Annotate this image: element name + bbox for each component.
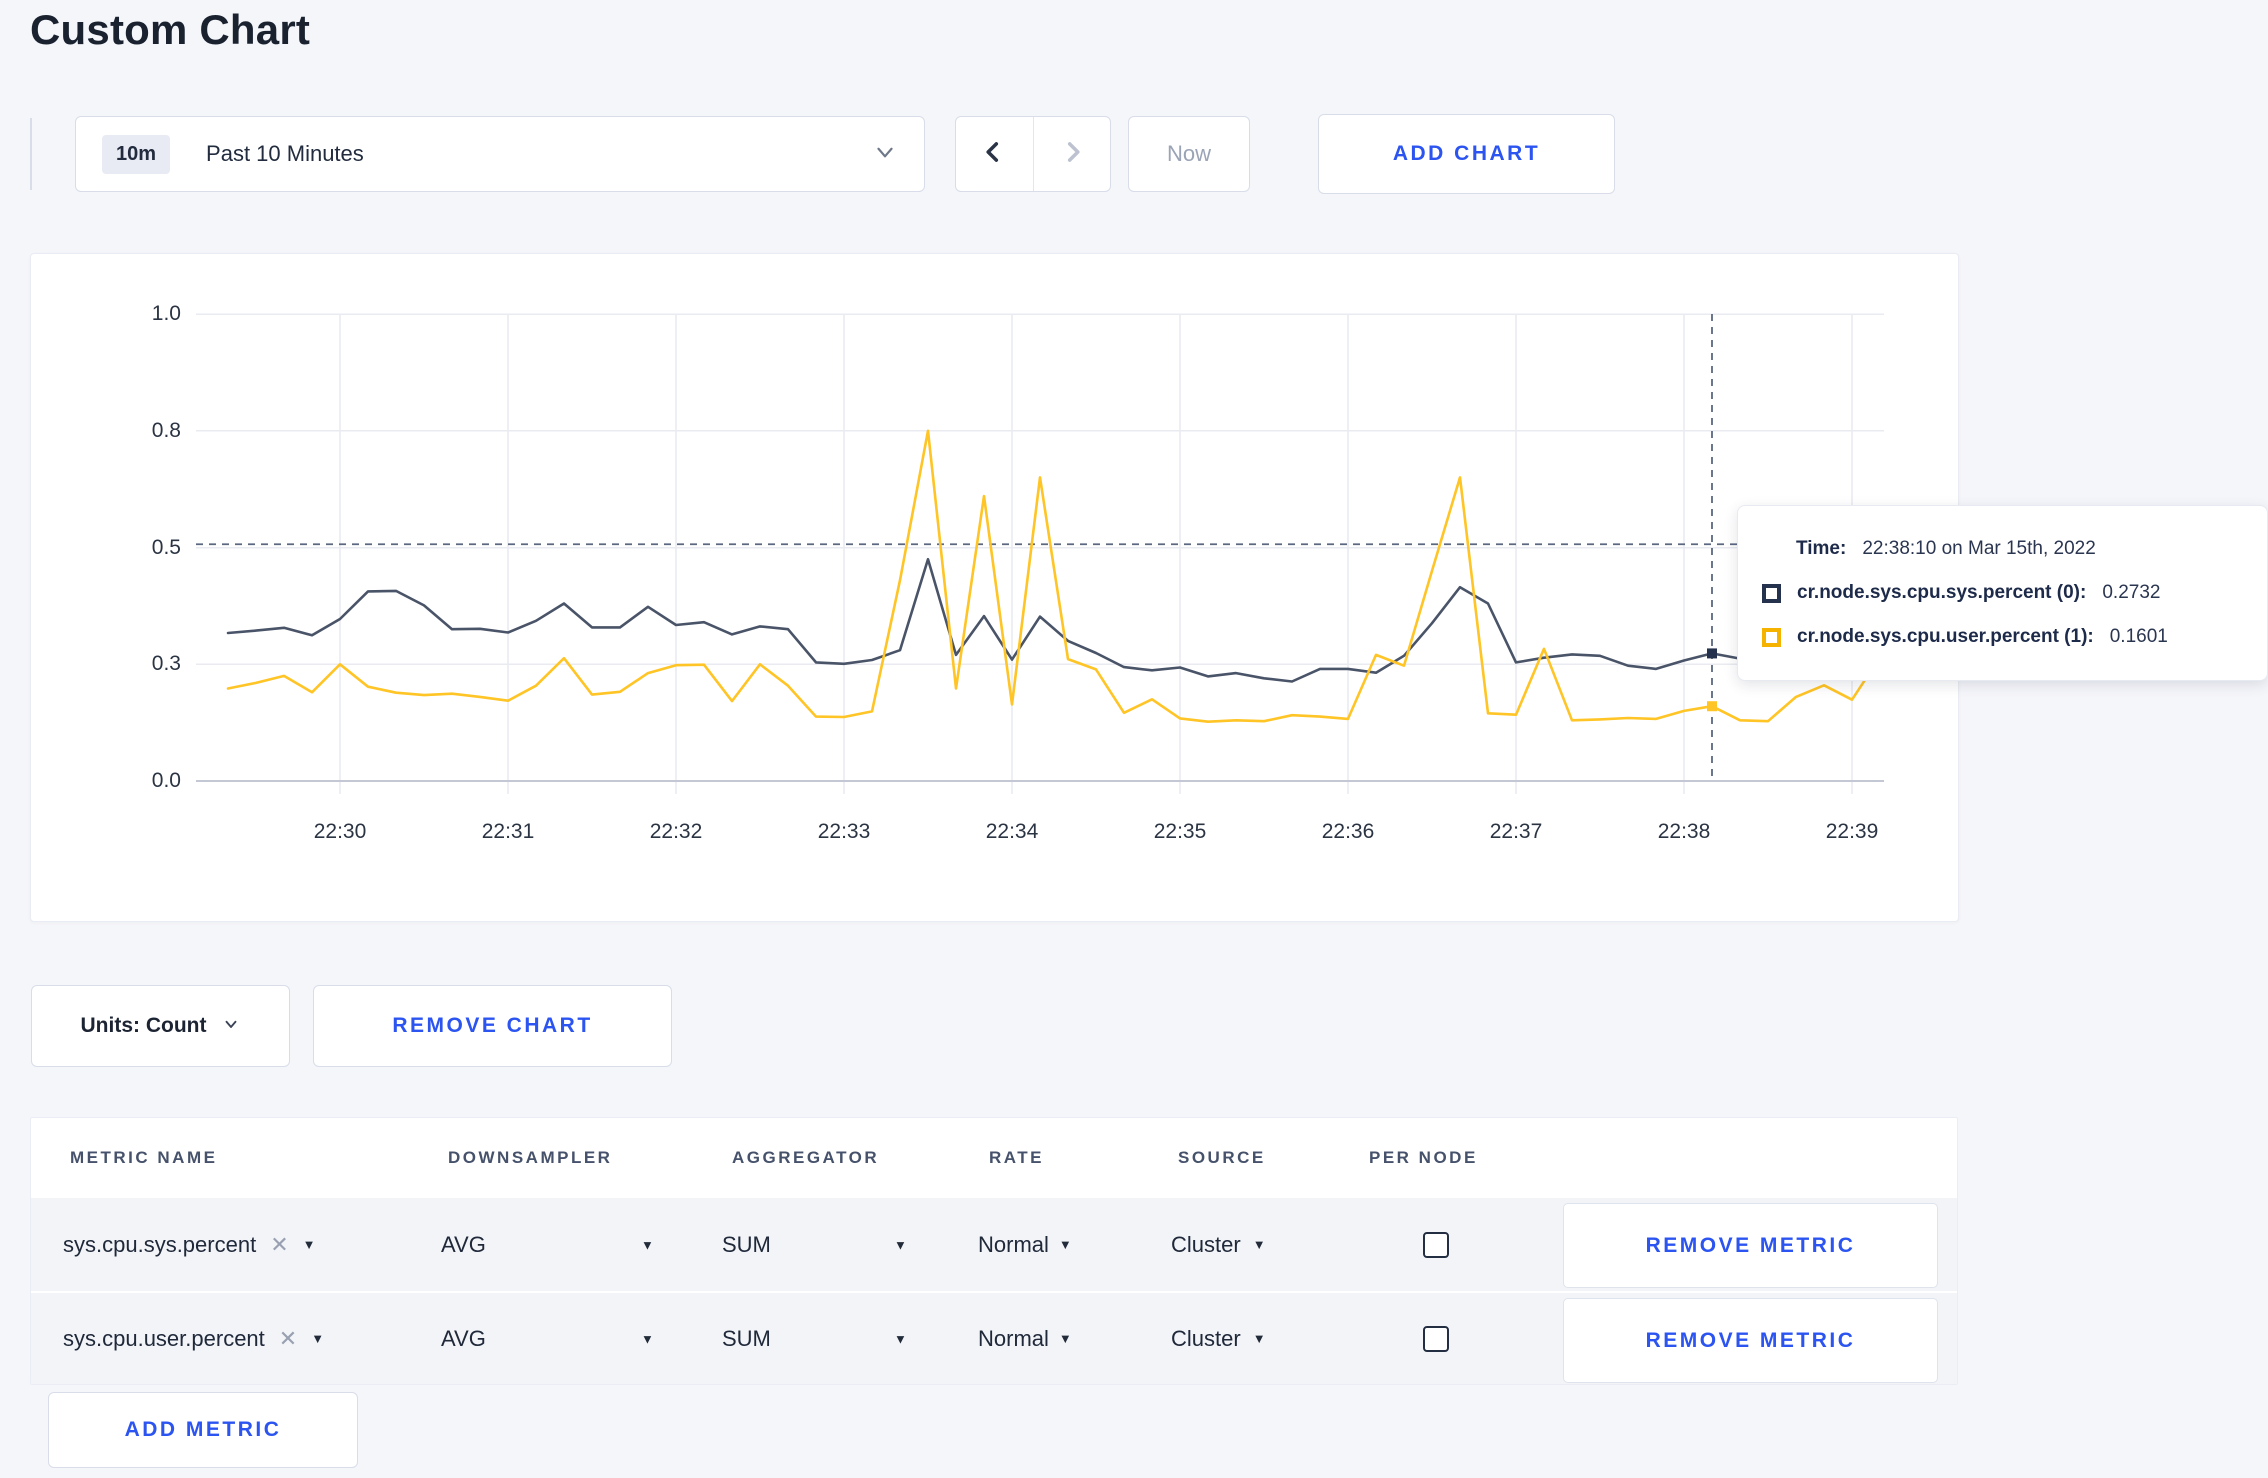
x-axis-label: 22:39 xyxy=(1825,820,1879,843)
caret-down-icon: ▼ xyxy=(1252,1331,1266,1346)
metrics-table-header: METRIC NAME DOWNSAMPLER AGGREGATOR RATE … xyxy=(31,1118,1957,1198)
x-axis-label: 22:30 xyxy=(313,820,367,843)
chart-card: 0.0 0.3 0.5 0.8 1.0 22:30 22:31 22:32 22:33 22:3… xyxy=(30,253,1959,922)
tooltip-series-row: cr.node.sys.cpu.sys.percent (0): 0.2732 xyxy=(1762,582,2243,604)
source-value: Cluster xyxy=(1171,1325,1241,1351)
table-row: sys.cpu.user.percent ✕ ▼ AVG ▼ SUM ▼ Nor… xyxy=(31,1291,1957,1384)
x-axis-label: 22:34 xyxy=(985,820,1039,843)
time-range-label: Past 10 Minutes xyxy=(206,141,364,166)
tooltip-series-label: cr.node.sys.cpu.user.percent (1): xyxy=(1797,626,2094,647)
caret-down-icon: ▼ xyxy=(1058,1237,1072,1252)
downsampler-value[interactable]: AVG xyxy=(441,1232,486,1258)
clear-metric-icon[interactable]: ✕ xyxy=(279,1326,297,1352)
clear-metric-icon[interactable]: ✕ xyxy=(270,1232,288,1258)
downsampler-value[interactable]: AVG xyxy=(441,1326,486,1352)
rate-value: Normal xyxy=(978,1325,1049,1351)
tooltip-time-label: Time: xyxy=(1796,538,1847,559)
source-value: Cluster xyxy=(1171,1231,1241,1257)
source-select[interactable]: Cluster ▼ xyxy=(1171,1232,1266,1258)
caret-down-icon: ▼ xyxy=(311,1331,325,1346)
x-axis-label: 22:38 xyxy=(1657,820,1711,843)
per-node-checkbox[interactable] xyxy=(1423,1231,1449,1258)
caret-down-icon[interactable]: ▼ xyxy=(894,1237,907,1252)
caret-down-icon: ▼ xyxy=(1058,1331,1072,1346)
remove-metric-button[interactable]: REMOVE METRIC xyxy=(1563,1298,1938,1383)
caret-down-icon[interactable]: ▼ xyxy=(641,1331,654,1346)
metric-name-select[interactable]: sys.cpu.sys.percent ✕ ▼ xyxy=(63,1232,316,1258)
table-row: sys.cpu.sys.percent ✕ ▼ AVG ▼ SUM ▼ Norm… xyxy=(31,1198,1957,1291)
add-chart-button[interactable]: ADD CHART xyxy=(1318,114,1615,194)
custom-chart-page: Custom Chart 10m Past 10 Minutes Now ADD… xyxy=(0,0,2268,1478)
y-axis-label: 0.3 xyxy=(151,652,181,676)
chevron-left-icon xyxy=(980,138,1008,171)
y-axis-label: 0.8 xyxy=(151,418,181,442)
toolbar-divider xyxy=(30,118,32,190)
time-range-picker[interactable]: 10m Past 10 Minutes xyxy=(75,116,925,192)
aggregator-value[interactable]: SUM xyxy=(722,1326,771,1352)
chevron-down-icon xyxy=(872,139,898,170)
x-axis-label: 22:35 xyxy=(1153,820,1207,843)
col-rate: RATE xyxy=(989,1148,1045,1167)
col-aggregator: AGGREGATOR xyxy=(732,1148,880,1167)
remove-chart-button[interactable]: REMOVE CHART xyxy=(313,985,672,1067)
y-axis-label: 0.0 xyxy=(151,769,181,792)
per-node-checkbox[interactable] xyxy=(1423,1325,1449,1352)
tooltip-series-value: 0.2732 xyxy=(2102,582,2161,603)
rate-select[interactable]: Normal ▼ xyxy=(978,1326,1072,1352)
time-nav-group xyxy=(955,116,1111,192)
chart-tooltip: Time: 22:38:10 on Mar 15th, 2022 cr.node… xyxy=(1737,505,2268,681)
tooltip-series-row: cr.node.sys.cpu.user.percent (1): 0.1601 xyxy=(1762,626,2243,648)
rate-value: Normal xyxy=(978,1231,1049,1257)
chevron-down-icon xyxy=(222,1015,240,1038)
add-metric-button[interactable]: ADD METRIC xyxy=(48,1392,358,1468)
metric-name-value: sys.cpu.sys.percent xyxy=(63,1231,257,1257)
remove-metric-button[interactable]: REMOVE METRIC xyxy=(1563,1203,1938,1288)
source-select[interactable]: Cluster ▼ xyxy=(1171,1326,1266,1352)
metric-name-value: sys.cpu.user.percent xyxy=(63,1325,265,1351)
y-axis-label: 1.0 xyxy=(151,302,181,325)
x-axis-label: 22:37 xyxy=(1489,820,1543,843)
tooltip-series-value: 0.1601 xyxy=(2109,626,2168,647)
caret-down-icon[interactable]: ▼ xyxy=(641,1237,654,1252)
y-axis-label: 0.5 xyxy=(151,535,181,559)
next-range-button[interactable] xyxy=(1032,117,1111,191)
time-range-badge: 10m xyxy=(102,134,171,174)
units-select[interactable]: Units: Count xyxy=(31,985,290,1067)
metrics-table: METRIC NAME DOWNSAMPLER AGGREGATOR RATE … xyxy=(30,1117,1958,1385)
x-axis-label: 22:36 xyxy=(1321,820,1375,843)
chevron-right-icon xyxy=(1058,138,1086,171)
caret-down-icon[interactable]: ▼ xyxy=(894,1331,907,1346)
prev-range-button[interactable] xyxy=(956,117,1033,191)
col-downsampler: DOWNSAMPLER xyxy=(448,1148,613,1167)
col-per-node: PER NODE xyxy=(1369,1148,1478,1167)
series-user-swatch-icon xyxy=(1762,627,1781,647)
caret-down-icon: ▼ xyxy=(302,1237,316,1252)
page-title: Custom Chart xyxy=(30,6,311,53)
tooltip-series-label: cr.node.sys.cpu.sys.percent (0): xyxy=(1797,582,2087,603)
rate-select[interactable]: Normal ▼ xyxy=(978,1232,1072,1258)
x-axis-label: 22:32 xyxy=(649,820,703,843)
metric-name-select[interactable]: sys.cpu.user.percent ✕ ▼ xyxy=(63,1326,324,1352)
x-axis-label: 22:33 xyxy=(817,820,871,843)
caret-down-icon: ▼ xyxy=(1252,1237,1266,1252)
col-source: SOURCE xyxy=(1178,1148,1266,1167)
aggregator-value[interactable]: SUM xyxy=(722,1232,771,1258)
x-axis-label: 22:31 xyxy=(481,820,535,843)
series-sys-swatch-icon xyxy=(1762,583,1781,603)
col-metric-name: METRIC NAME xyxy=(70,1148,218,1167)
now-button[interactable]: Now xyxy=(1128,116,1250,192)
tooltip-time-row: Time: 22:38:10 on Mar 15th, 2022 xyxy=(1762,538,2243,560)
tooltip-time-value: 22:38:10 on Mar 15th, 2022 xyxy=(1862,538,2096,559)
units-label: Units: Count xyxy=(80,1014,207,1037)
